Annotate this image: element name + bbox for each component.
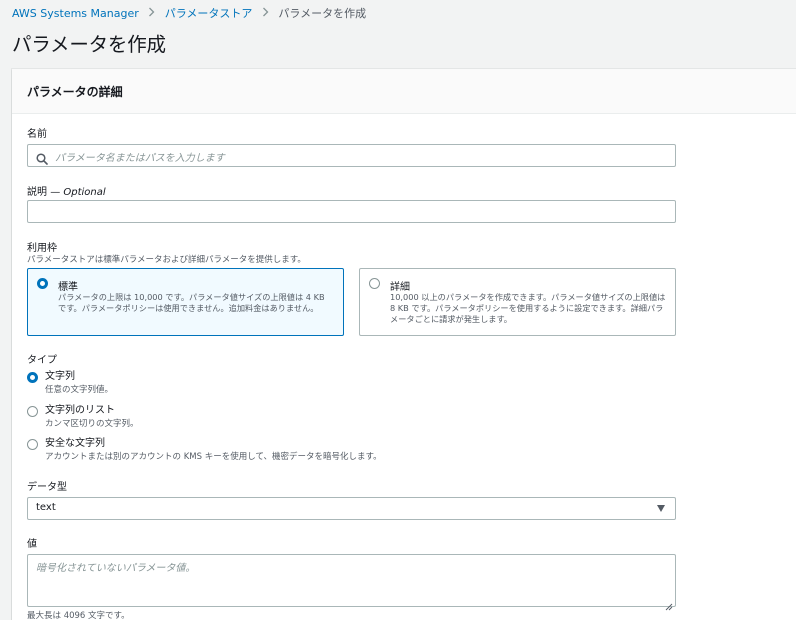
type-option-secure-string[interactable]: 安全な文字列 アカウントまたは別のアカウントの KMS キーを使用して、機密デー… [27, 437, 382, 463]
panel-title: パラメータの詳細 [27, 84, 123, 99]
chevron-right-icon [252, 7, 278, 20]
name-label: 名前 [27, 129, 47, 140]
data-type-selected-value: text [36, 502, 56, 513]
search-icon [36, 150, 48, 169]
type-secure-string-label: 安全な文字列 [45, 438, 105, 449]
breadcrumb-link-systems-manager[interactable]: AWS Systems Manager [12, 7, 139, 20]
tier-tile-advanced[interactable]: 詳細 10,000 以上のパラメータを作成できます。パラメータ値サイズの上限値は… [359, 268, 676, 336]
description-label-dash: — [50, 187, 61, 198]
value-label: 値 [27, 539, 37, 550]
type-string-label: 文字列 [45, 371, 75, 382]
type-string-description: 任意の文字列値。 [45, 385, 114, 395]
description-label-text: 説明 [27, 187, 47, 198]
type-label: タイプ [27, 355, 57, 366]
type-string-list-description: カンマ区切りの文字列。 [45, 419, 139, 429]
tier-label: 利用枠 [27, 243, 57, 254]
type-string-list-radio[interactable] [27, 406, 38, 417]
data-type-select[interactable]: text [27, 497, 676, 520]
name-input-placeholder: パラメータ名またはパスを入力します [55, 153, 225, 164]
name-input[interactable]: パラメータ名またはパスを入力します [27, 144, 676, 167]
value-textarea-placeholder: 暗号化されていないパラメータ値。 [36, 563, 196, 574]
page-title: パラメータを作成 [12, 33, 166, 56]
type-option-string[interactable]: 文字列 任意の文字列値。 [27, 370, 113, 396]
type-secure-string-radio[interactable] [27, 439, 38, 450]
optional-tag: Optional [63, 187, 106, 198]
data-type-label: データ型 [27, 482, 67, 493]
tier-advanced-title: 詳細 [390, 282, 410, 293]
type-option-string-list[interactable]: 文字列のリスト カンマ区切りの文字列。 [27, 404, 139, 430]
breadcrumb-current: パラメータを作成 [278, 7, 367, 20]
resize-handle-icon[interactable] [665, 596, 673, 611]
tier-advanced-description: 10,000 以上のパラメータを作成できます。パラメータ値サイズの上限値は 8 … [390, 292, 666, 324]
value-constraint-text: 最大長は 4096 文字です。 [27, 611, 130, 620]
tier-standard-description: パラメータの上限は 10,000 です。パラメータ値サイズの上限値は 4 KB … [58, 292, 325, 313]
description-label: 説明 — Optional [27, 183, 106, 198]
tier-advanced-radio[interactable] [369, 278, 380, 289]
breadcrumb: AWS Systems Manager パラメータストア パラメータを作成 [12, 5, 366, 21]
chevron-right-icon [139, 7, 165, 20]
type-string-list-label: 文字列のリスト [45, 405, 115, 416]
description-input[interactable] [27, 200, 676, 223]
caret-down-icon [657, 505, 665, 512]
type-string-radio[interactable] [27, 372, 38, 383]
tier-description: パラメータストアは標準パラメータおよび詳細パラメータを提供します。 [27, 255, 306, 265]
tier-standard-title: 標準 [58, 282, 78, 293]
panel-header: パラメータの詳細 [12, 69, 796, 114]
type-secure-string-description: アカウントまたは別のアカウントの KMS キーを使用して、機密データを暗号化しま… [45, 452, 382, 462]
breadcrumb-link-parameter-store[interactable]: パラメータストア [165, 5, 253, 21]
value-textarea[interactable]: 暗号化されていないパラメータ値。 [27, 554, 676, 611]
tier-tile-standard[interactable]: 標準 パラメータの上限は 10,000 です。パラメータ値サイズの上限値は 4 … [27, 268, 344, 336]
tier-standard-radio[interactable] [37, 278, 48, 289]
